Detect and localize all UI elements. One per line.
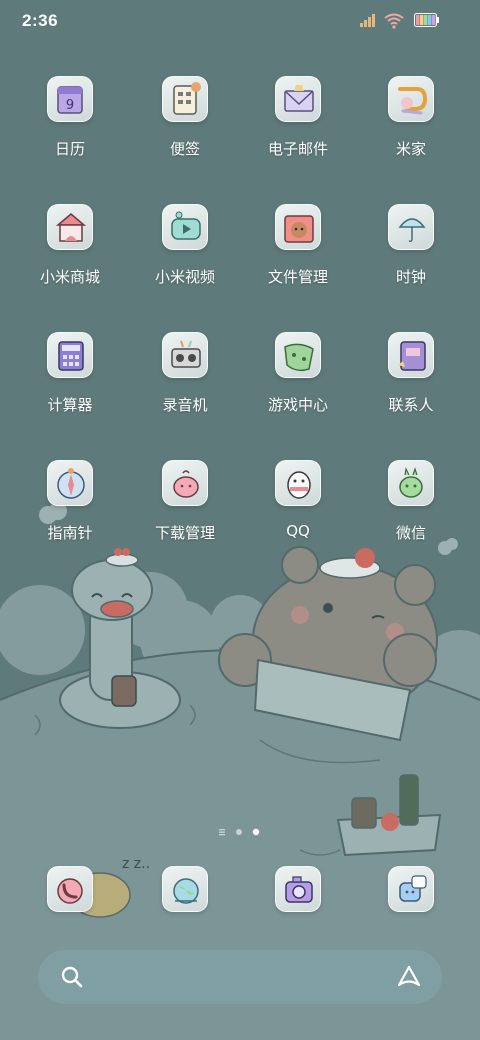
xiaoai-assistant-icon[interactable] <box>396 964 422 995</box>
calendar-day: 9 <box>66 98 74 113</box>
mi-video-icon <box>162 204 208 250</box>
battery-icon <box>414 13 440 32</box>
search-icon[interactable] <box>60 965 84 994</box>
browser-icon <box>162 866 208 912</box>
app-clock[interactable]: 时钟 <box>361 200 461 310</box>
app-game-center[interactable]: 游戏中心 <box>248 328 348 438</box>
notes-icon <box>162 76 208 122</box>
app-contacts[interactable]: 联系人 <box>361 328 461 438</box>
app-label: 计算器 <box>47 396 93 414</box>
contacts-icon <box>388 332 434 378</box>
app-calculator[interactable]: 计算器 <box>20 328 120 438</box>
clock-icon <box>388 204 434 250</box>
app-label: 小米视频 <box>154 268 215 286</box>
app-label: QQ <box>286 522 310 540</box>
download-manager-icon <box>162 460 208 506</box>
app-download-manager[interactable]: 下载管理 <box>135 456 235 566</box>
signal-icon <box>360 13 378 32</box>
app-label: 日历 <box>54 140 85 158</box>
dock <box>0 862 480 922</box>
mijia-icon <box>388 76 434 122</box>
app-file-manager[interactable]: 文件管理 <box>248 200 348 310</box>
app-mi-store[interactable]: 小米商城 <box>20 200 120 310</box>
status-icons <box>360 13 460 31</box>
camera-icon <box>275 866 321 912</box>
app-mi-video[interactable]: 小米视频 <box>135 200 235 310</box>
app-label: 小米商城 <box>39 268 100 286</box>
app-label: 微信 <box>395 524 426 542</box>
app-label: 录音机 <box>162 396 208 414</box>
calendar-icon: 9 <box>47 76 93 122</box>
app-wechat[interactable]: 微信 <box>361 456 461 566</box>
page-indicator[interactable] <box>218 824 268 836</box>
email-icon <box>275 76 321 122</box>
app-label: 米家 <box>395 140 426 158</box>
app-mijia[interactable]: 米家 <box>361 72 461 182</box>
app-label: 下载管理 <box>154 524 215 542</box>
wechat-icon <box>388 460 434 506</box>
phone-icon <box>47 866 93 912</box>
app-label: 时钟 <box>395 268 426 286</box>
app-calendar[interactable]: 9 日历 <box>20 72 120 182</box>
qq-icon <box>275 460 321 506</box>
app-label: 联系人 <box>388 396 434 414</box>
app-label: 电子邮件 <box>267 140 328 158</box>
app-label: 文件管理 <box>267 268 328 286</box>
search-bar[interactable] <box>38 950 442 1004</box>
messages-icon <box>388 866 434 912</box>
app-notes[interactable]: 便签 <box>135 72 235 182</box>
recorder-icon <box>162 332 208 378</box>
status-time: 2:36 <box>22 11 59 30</box>
file-manager-icon <box>275 204 321 250</box>
app-label: 便签 <box>169 140 200 158</box>
status-bar: 2:36 <box>0 0 480 44</box>
app-recorder[interactable]: 录音机 <box>135 328 235 438</box>
compass-icon <box>47 460 93 506</box>
page-indicator-dots <box>219 828 260 836</box>
app-compass[interactable]: 指南针 <box>20 456 120 566</box>
app-label: 指南针 <box>47 524 93 542</box>
app-label: 游戏中心 <box>267 396 328 414</box>
mi-store-icon <box>47 204 93 250</box>
wifi-icon <box>384 13 404 34</box>
app-email[interactable]: 电子邮件 <box>248 72 348 182</box>
app-qq[interactable]: QQ <box>248 456 348 566</box>
game-center-icon <box>275 332 321 378</box>
calculator-icon <box>47 332 93 378</box>
